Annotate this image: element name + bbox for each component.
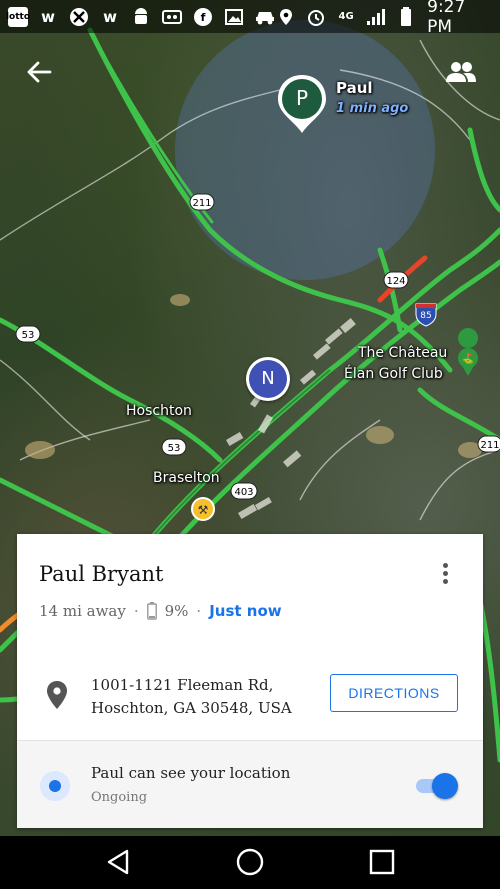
navigation-bar [0,836,500,889]
battery-low-icon [146,602,157,620]
sharing-status: Ongoing [91,790,148,805]
directions-button[interactable]: DIRECTIONS [330,674,458,712]
location-sharing-row[interactable]: Paul can see your location Ongoing [17,741,483,828]
construction-marker: ⚒ [191,497,215,521]
svg-text:53: 53 [22,330,35,341]
place-label-chateau-line1[interactable]: The Château [358,345,447,361]
route-shield-85: 85 [415,303,437,327]
status-clock: 9:27 PM [427,0,466,37]
arrow-back-icon [27,61,52,83]
golf-club-pin: ⛳ [458,328,479,376]
nav-home-circle-icon [236,848,264,876]
friend-updated: Just now [209,602,282,620]
self-avatar-letter: N [261,368,275,389]
image-icon [223,6,245,28]
nav-back-button[interactable] [98,844,138,880]
nav-recents-button[interactable] [362,844,402,880]
place-pin-icon [47,681,67,709]
address-line2: Hoschton, GA 30548, USA [91,699,292,717]
address-row: 1001-1121 Fleeman Rd, Hoschton, GA 30548… [17,672,483,736]
back-button[interactable] [22,55,56,89]
address-text[interactable]: 1001-1121 Fleeman Rd, Hoschton, GA 30548… [91,674,292,720]
nav-home-button[interactable] [230,844,270,880]
friend-name: Paul Bryant [39,562,164,586]
friend-battery: 9% [164,602,189,620]
fantasy-app-icon: f [192,6,214,28]
more-options-button[interactable] [431,558,459,588]
battery-icon [395,6,416,28]
location-icon [276,6,297,28]
android-icon [130,6,152,28]
more-vert-icon [442,562,448,568]
place-label-chateau-line2[interactable]: Élan Golf Club [344,366,443,382]
alarm-icon [306,6,327,28]
people-icon [446,62,476,82]
lotto-app-icon: lotto [6,6,30,27]
route-shield-53-south: 53 [161,438,187,456]
words-app-icon-2: w [103,7,117,26]
status-bar: lotto w w f 4G 9:27 PM [0,0,500,37]
voicemail-icon [161,6,183,28]
svg-text:85: 85 [420,311,431,321]
friend-meta-row: 14 mi away · 9% · Just now [39,602,282,620]
xbox-icon [68,6,90,28]
friend-map-time: 1 min ago [336,101,409,116]
nav-back-triangle-icon [107,849,129,875]
sharing-toggle[interactable] [416,773,458,799]
friend-info-card: Paul Bryant 14 mi away · 9% · Just now 1… [17,534,483,828]
screen: 211 124 85 53 53 403 211 ⛳ ⚒ Hoschton Br… [0,0,500,889]
route-shield-53-west: 53 [15,325,41,343]
sharing-dot-icon [40,771,70,801]
svg-text:211: 211 [192,198,211,209]
friend-map-name: Paul [336,79,373,97]
svg-text:403: 403 [234,487,253,498]
words-app-icon: w [41,7,55,26]
route-shield-211: 211 [189,193,215,211]
friend-distance: 14 mi away [39,602,126,620]
4g-icon: 4G [338,11,354,22]
meta-separator-2: · [196,602,202,620]
meta-separator: · [133,602,139,620]
self-location-marker[interactable]: N [246,357,290,401]
place-label-braselton[interactable]: Braselton [153,470,220,486]
people-button[interactable] [442,55,480,89]
route-shield-211-east: 211 [477,435,500,453]
svg-text:211: 211 [480,440,499,451]
friend-avatar-letter: P [295,86,309,110]
svg-text:⚒: ⚒ [198,503,209,517]
svg-text:⛳: ⛳ [462,352,474,365]
route-shield-403: 403 [230,482,258,500]
route-shield-124: 124 [383,271,409,289]
svg-text:53: 53 [168,443,181,454]
place-label-hoschton[interactable]: Hoschton [126,403,192,419]
nav-recents-square-icon [369,849,395,875]
address-line1: 1001-1121 Fleeman Rd, [91,676,274,694]
sharing-title: Paul can see your location [91,764,291,782]
svg-text:124: 124 [386,276,405,287]
svg-text:f: f [201,11,206,24]
friend-marker[interactable]: P [276,73,328,135]
signal-icon [365,6,386,28]
car-icon [254,6,276,28]
